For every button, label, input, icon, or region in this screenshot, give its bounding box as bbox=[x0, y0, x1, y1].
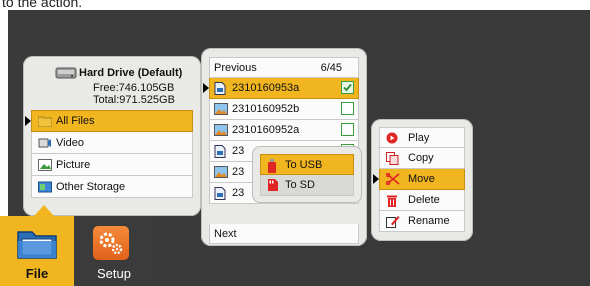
image-file-icon bbox=[214, 124, 228, 136]
setup-tab-label: Setup bbox=[97, 266, 131, 281]
drive-total: Total:971.525GB bbox=[93, 94, 175, 106]
page-indicator: 6/45 bbox=[320, 61, 342, 74]
video-file-icon bbox=[214, 187, 228, 200]
selection-arrow-icon bbox=[373, 174, 379, 184]
hard-drive-icon bbox=[55, 66, 77, 85]
move-option-label: To USB bbox=[285, 158, 323, 171]
folder-icon bbox=[37, 115, 53, 128]
drive-item-all-files[interactable]: All Files bbox=[25, 110, 193, 132]
drive-item-label: Other Storage bbox=[56, 180, 126, 193]
file-name: 23 bbox=[232, 187, 245, 199]
usb-icon bbox=[267, 158, 281, 173]
file-row[interactable]: 2310160952a bbox=[209, 120, 359, 141]
action-play[interactable]: Play bbox=[379, 127, 465, 148]
scissors-icon bbox=[385, 172, 400, 186]
move-option-to-usb[interactable]: To USB bbox=[260, 154, 354, 175]
file-folder-icon bbox=[16, 226, 58, 265]
drive-item-label: Video bbox=[56, 136, 84, 149]
file-name: 2310160952b bbox=[232, 103, 300, 115]
picture-icon bbox=[38, 158, 52, 171]
video-icon bbox=[38, 137, 52, 149]
tab-pointer bbox=[34, 205, 54, 216]
checkbox[interactable] bbox=[341, 123, 354, 136]
drive-item-video[interactable]: Video bbox=[31, 132, 193, 154]
image-file-icon bbox=[214, 103, 228, 115]
action-rename[interactable]: Rename bbox=[379, 211, 465, 232]
dvr-screen: Hard Drive (Default) Free:746.105GB Tota… bbox=[0, 10, 590, 286]
file-tab[interactable]: File bbox=[0, 205, 74, 286]
file-name: 2310160953a bbox=[232, 82, 300, 94]
action-label: Move bbox=[408, 173, 435, 185]
drive-item-label: Picture bbox=[56, 158, 91, 171]
move-submenu: To USB To SD bbox=[252, 146, 362, 203]
copy-icon bbox=[386, 152, 400, 165]
file-row[interactable]: 2310160953a bbox=[203, 78, 359, 99]
selection-arrow-icon bbox=[25, 116, 31, 126]
drive-name: Hard Drive (Default) bbox=[79, 67, 183, 79]
action-label: Rename bbox=[408, 215, 450, 227]
drive-free: Free:746.105GB bbox=[93, 82, 175, 94]
checkbox[interactable] bbox=[341, 102, 354, 115]
action-label: Play bbox=[408, 131, 430, 144]
file-name: 23 bbox=[232, 145, 245, 157]
drive-item-label: All Files bbox=[56, 115, 95, 127]
file-name: 23 bbox=[232, 166, 245, 178]
action-copy[interactable]: Copy bbox=[379, 148, 465, 169]
rename-icon bbox=[386, 215, 400, 228]
check-icon bbox=[343, 83, 352, 92]
video-file-icon bbox=[214, 82, 228, 95]
next-button[interactable]: Next bbox=[209, 224, 359, 244]
checkbox-checked[interactable] bbox=[341, 81, 354, 94]
drive-item-other-storage[interactable]: Other Storage bbox=[31, 176, 193, 198]
header-text: to the action. bbox=[2, 0, 83, 10]
gear-icon bbox=[93, 226, 129, 260]
drive-panel: Hard Drive (Default) Free:746.105GB Tota… bbox=[23, 56, 201, 216]
move-option-to-sd[interactable]: To SD bbox=[260, 175, 354, 196]
previous-button[interactable]: Previous 6/45 bbox=[209, 57, 359, 78]
action-label: Copy bbox=[408, 152, 434, 164]
video-file-icon bbox=[214, 145, 228, 158]
image-file-icon bbox=[214, 166, 228, 178]
file-row[interactable]: 2310160952b bbox=[209, 99, 359, 120]
drive-item-picture[interactable]: Picture bbox=[31, 154, 193, 176]
action-delete[interactable]: Delete bbox=[379, 190, 465, 211]
move-option-label: To SD bbox=[285, 179, 315, 191]
trash-icon bbox=[386, 194, 400, 207]
sd-card-icon bbox=[267, 179, 281, 191]
file-tab-label: File bbox=[25, 266, 49, 281]
storage-icon bbox=[38, 181, 52, 193]
file-name: 2310160952a bbox=[232, 124, 300, 136]
action-move[interactable]: Move bbox=[373, 169, 465, 190]
action-label: Delete bbox=[408, 194, 440, 206]
setup-tab[interactable]: Setup bbox=[74, 216, 154, 286]
action-menu: Play Copy Move Delete Rename bbox=[371, 119, 473, 241]
play-icon bbox=[386, 132, 400, 144]
selection-arrow-icon bbox=[203, 83, 209, 93]
